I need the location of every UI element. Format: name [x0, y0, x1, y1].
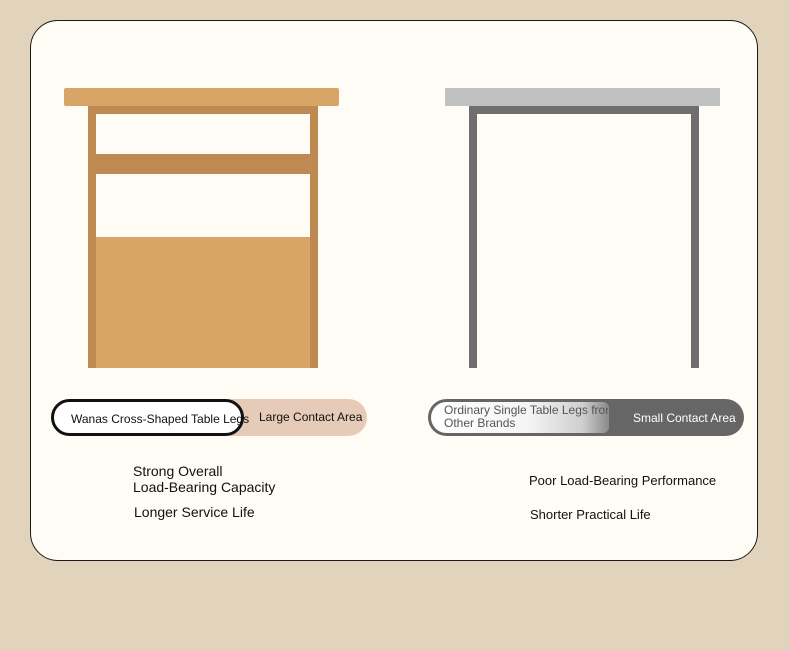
- ordinary-drawback-1: Poor Load-Bearing Performance: [529, 473, 717, 488]
- wanas-lower-panel: [96, 237, 310, 368]
- wanas-table-frame: [88, 106, 318, 368]
- wanas-tabletop: [64, 88, 339, 106]
- wanas-contact-label: Large Contact Area: [259, 410, 363, 424]
- wanas-benefit-3: Longer Service Life: [134, 504, 255, 520]
- wanas-benefit-2: Load-Bearing Capacity: [133, 479, 276, 495]
- ordinary-left-leg: [469, 106, 477, 368]
- ordinary-top-rail: [469, 106, 699, 114]
- wanas-middle-rail: [88, 154, 318, 174]
- ordinary-table-frame: [469, 106, 699, 368]
- wanas-top-rail: [88, 106, 318, 114]
- ordinary-contact-label: Small Contact Area: [633, 411, 736, 425]
- ordinary-name-label: Ordinary Single Table Legs from Other Br…: [444, 404, 608, 430]
- ordinary-tabletop: [445, 88, 720, 106]
- wanas-left-leg: [88, 106, 96, 368]
- wanas-benefit-1: Strong Overall: [133, 463, 223, 479]
- wanas-name-label: Wanas Cross-Shaped Table Legs: [71, 412, 250, 426]
- ordinary-right-leg: [691, 106, 699, 368]
- wanas-right-leg: [310, 106, 318, 368]
- ordinary-drawback-2: Shorter Practical Life: [530, 507, 651, 522]
- wanas-name-pill: Wanas Cross-Shaped Table Legs: [51, 399, 249, 436]
